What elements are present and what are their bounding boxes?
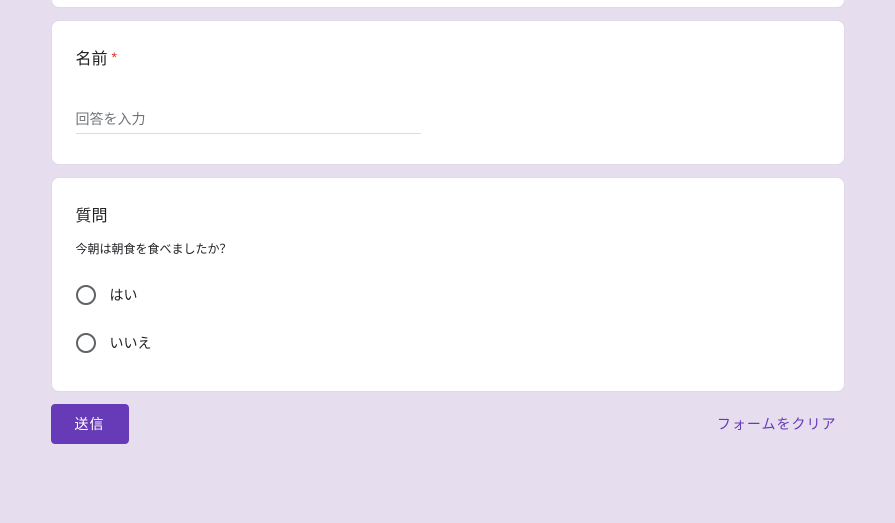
breakfast-question-title: 質問 (76, 202, 820, 226)
breakfast-question-subtitle: 今朝は朝食を食べましたか？ (76, 240, 820, 257)
form-footer: 送信 フォームをクリア (51, 404, 845, 444)
radio-option-yes[interactable]: はい (76, 285, 820, 305)
radio-circle-icon (76, 285, 96, 305)
name-question-title-row: 名前 * (76, 45, 820, 69)
previous-card-edge (51, 0, 845, 8)
submit-button[interactable]: 送信 (51, 404, 129, 444)
radio-label-yes: はい (110, 285, 138, 305)
form-container: 名前 * 質問 今朝は朝食を食べましたか？ はい いいえ 送信 フォームをクリア (51, 0, 845, 444)
name-question-card: 名前 * (51, 20, 845, 165)
clear-form-link[interactable]: フォームをクリア (709, 408, 845, 440)
required-indicator: * (112, 49, 117, 65)
radio-circle-icon (76, 333, 96, 353)
breakfast-radio-group: はい いいえ (76, 285, 820, 353)
name-question-title: 名前 (76, 45, 108, 69)
radio-label-no: いいえ (110, 333, 152, 353)
breakfast-question-card: 質問 今朝は朝食を食べましたか？ はい いいえ (51, 177, 845, 392)
name-input[interactable] (76, 105, 421, 134)
radio-option-no[interactable]: いいえ (76, 333, 820, 353)
